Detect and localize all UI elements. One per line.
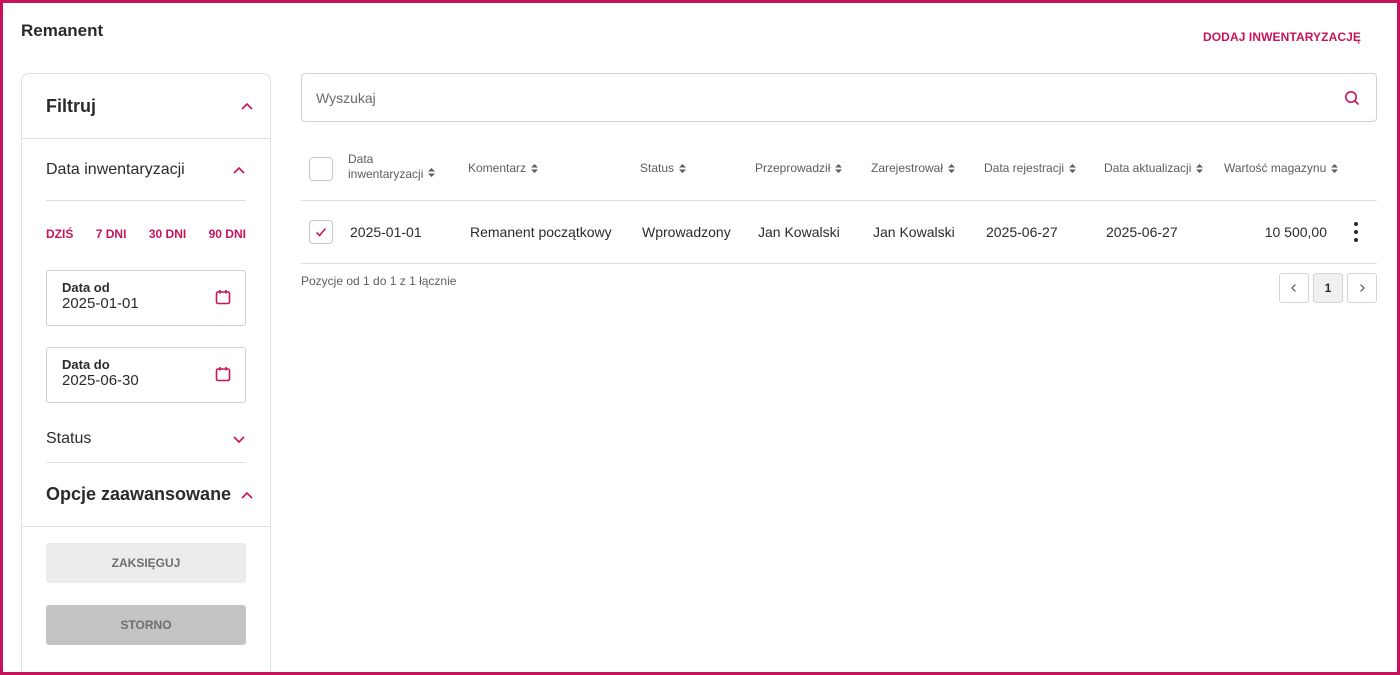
- chevron-right-icon: [1360, 284, 1365, 292]
- column-header-status[interactable]: Status: [640, 161, 687, 175]
- date-to-field[interactable]: Data do 2025-06-30: [46, 347, 246, 403]
- pagination-info: Pozycje od 1 do 1 z 1 łącznie: [301, 274, 457, 288]
- filter-sidebar: Filtruj Data inwentaryzacji DZIŚ 7 DNI 3…: [21, 73, 271, 675]
- calendar-icon[interactable]: [215, 366, 231, 382]
- date-from-value[interactable]: 2025-01-01: [62, 295, 230, 313]
- storno-button[interactable]: STORNO: [46, 605, 246, 645]
- column-header-comment[interactable]: Komentarz: [468, 161, 539, 175]
- cell-comment: Remanent początkowy: [470, 224, 612, 240]
- row-checkbox[interactable]: [309, 220, 333, 244]
- inventory-table: Data inwentaryzacji Komentarz Status Prz…: [301, 138, 1377, 264]
- advanced-options-header[interactable]: Opcje zaawansowane: [22, 463, 270, 527]
- quick-date-ranges: DZIŚ 7 DNI 30 DNI 90 DNI: [46, 227, 246, 241]
- row-actions-menu-icon[interactable]: [1346, 220, 1366, 244]
- advanced-options-title: Opcje zaawansowane: [46, 484, 232, 504]
- next-page-button[interactable]: [1347, 273, 1377, 303]
- search-input[interactable]: [316, 89, 1344, 106]
- cell-registration-date: 2025-06-27: [986, 224, 1058, 240]
- chevron-left-icon: [1291, 284, 1296, 292]
- cell-update-date: 2025-06-27: [1106, 224, 1178, 240]
- column-header-registration-date[interactable]: Data rejestracji: [984, 161, 1077, 175]
- page-title: Remanent: [21, 21, 104, 40]
- search-bar: [301, 73, 1377, 122]
- pagination: 1: [1279, 273, 1377, 303]
- calendar-icon[interactable]: [215, 289, 231, 305]
- status-filter-label: Status: [46, 429, 92, 447]
- cell-stock-value: 10 500,00: [1264, 224, 1327, 240]
- filter-header[interactable]: Filtruj: [22, 74, 270, 139]
- search-icon[interactable]: [1344, 90, 1360, 106]
- prev-page-button[interactable]: [1279, 273, 1309, 303]
- table-header: Data inwentaryzacji Komentarz Status Prz…: [301, 138, 1377, 201]
- checkmark-icon: [315, 228, 327, 237]
- date-from-field[interactable]: Data od 2025-01-01: [46, 270, 246, 326]
- sort-icon[interactable]: [1330, 163, 1339, 174]
- quick-range-30-days[interactable]: 30 DNI: [149, 227, 186, 241]
- column-header-performed-by[interactable]: Przeprowadził: [755, 161, 843, 175]
- date-to-value[interactable]: 2025-06-30: [62, 372, 230, 390]
- cell-date: 2025-01-01: [350, 224, 422, 240]
- quick-range-today[interactable]: DZIŚ: [46, 227, 73, 241]
- cell-registered-by: Jan Kowalski: [873, 224, 955, 240]
- chevron-down-icon[interactable]: [232, 432, 246, 446]
- quick-range-7-days[interactable]: 7 DNI: [96, 227, 127, 241]
- add-inventory-button[interactable]: DODAJ INWENTARYZACJĘ: [1203, 30, 1361, 44]
- select-all-checkbox[interactable]: [309, 157, 333, 181]
- date-section-header[interactable]: Data inwentaryzacji: [46, 139, 246, 201]
- cell-status: Wprowadzony: [642, 224, 731, 240]
- column-header-registered-by[interactable]: Zarejestrował: [871, 161, 956, 175]
- cell-performed-by: Jan Kowalski: [758, 224, 840, 240]
- column-header-date[interactable]: Data inwentaryzacji: [348, 152, 436, 182]
- sort-icon[interactable]: [427, 167, 436, 178]
- date-from-label: Data od: [62, 280, 110, 295]
- column-header-update-date[interactable]: Data aktualizacji: [1104, 161, 1204, 175]
- table-row[interactable]: 2025-01-01 Remanent początkowy Wprowadzo…: [301, 201, 1377, 264]
- book-button[interactable]: ZAKSIĘGUJ: [46, 543, 246, 583]
- chevron-up-icon[interactable]: [240, 488, 254, 502]
- sort-icon[interactable]: [1195, 163, 1204, 174]
- date-to-label: Data do: [62, 357, 110, 372]
- sort-icon[interactable]: [530, 163, 539, 174]
- column-header-stock-value[interactable]: Wartość magazynu: [1224, 161, 1339, 175]
- quick-range-90-days[interactable]: 90 DNI: [209, 227, 246, 241]
- sort-icon[interactable]: [947, 163, 956, 174]
- chevron-up-icon[interactable]: [240, 99, 254, 113]
- sort-icon[interactable]: [678, 163, 687, 174]
- filter-title: Filtruj: [46, 95, 96, 116]
- sort-icon[interactable]: [834, 163, 843, 174]
- chevron-up-icon[interactable]: [232, 163, 246, 177]
- date-section-label: Data inwentaryzacji: [46, 160, 185, 178]
- status-filter[interactable]: Status: [46, 415, 246, 463]
- page-button-current[interactable]: 1: [1313, 273, 1343, 303]
- sort-icon[interactable]: [1068, 163, 1077, 174]
